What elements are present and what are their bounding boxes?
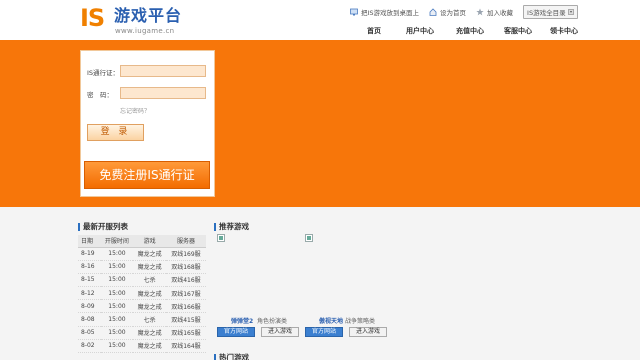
recommended-game-card: 傲视天地 战争策略类 官方网站 进入游戏 (305, 234, 387, 337)
broken-image-icon[interactable] (217, 234, 225, 242)
cell-server[interactable]: 双线169服 (165, 247, 206, 261)
table-row: 8-05 15:00 魔龙之戒 双线165服 (78, 326, 206, 340)
add-to-desktop-label: 把IS游戏放到桌面上 (361, 9, 420, 17)
cell-game[interactable]: 魔龙之戒 (133, 260, 166, 274)
table-row: 8-19 15:00 魔龙之戒 双线169服 (78, 247, 206, 261)
password-input[interactable] (120, 87, 206, 99)
desktop-icon (350, 8, 358, 16)
cell-date: 8-19 (78, 247, 101, 261)
add-to-desktop-link[interactable]: 把IS游戏放到桌面上 (350, 7, 419, 17)
recommended-title: 推荐游戏 (219, 222, 249, 231)
server-list-table: 日期 开服时间 游戏 服务器 8-19 15:00 魔龙之戒 双线169服 8-16 1… (78, 235, 206, 354)
hot-games-title: 热门游戏 (219, 353, 249, 360)
register-button[interactable]: 免费注册IS通行证 (84, 161, 210, 189)
nav-user-center[interactable]: 用户中心 (394, 26, 446, 36)
cell-date: 8-16 (78, 260, 101, 274)
nav-recharge-center[interactable]: 充值中心 (452, 26, 488, 36)
broken-image-icon[interactable] (305, 234, 313, 242)
official-site-button[interactable]: 官方网站 (217, 327, 255, 337)
cell-time: 15:00 (100, 312, 134, 327)
heading-marker (214, 353, 216, 360)
enter-game-button[interactable]: 进入游戏 (261, 327, 299, 337)
server-list-title: 最新开服列表 (83, 222, 128, 231)
game-type: 角色扮演类 (257, 318, 288, 325)
site-logo[interactable]: IS 游戏平台 www.iugame.cn (80, 5, 220, 35)
cell-server[interactable]: 双线168服 (165, 260, 206, 274)
cell-time: 15:00 (100, 339, 134, 354)
nav-support-center[interactable]: 客服中心 (496, 26, 540, 36)
password-label: 密 码： (87, 91, 113, 99)
cell-time: 15:00 (100, 273, 134, 288)
main-nav: 首页 用户中心 充值中心 客服中心 领卡中心 (362, 26, 582, 36)
cell-server[interactable]: 双线166服 (165, 299, 206, 314)
table-row: 8-02 15:00 魔龙之戒 双线164服 (78, 339, 206, 354)
heading-marker (78, 222, 80, 231)
table-row: 8-09 15:00 魔龙之戒 双线166服 (78, 299, 206, 314)
cell-server[interactable]: 双线167服 (165, 286, 206, 301)
cell-date: 8-12 (78, 286, 101, 301)
cell-date: 8-15 (78, 273, 101, 288)
cell-game[interactable]: 魔龙之戒 (133, 286, 166, 301)
cell-game[interactable]: 魔龙之戒 (133, 339, 166, 354)
cell-server[interactable]: 双线416服 (165, 273, 206, 288)
login-panel: IS通行证： 密 码： 忘记密码？ 登 录 免费注册IS通行证 (80, 50, 215, 197)
cell-time: 15:00 (100, 260, 134, 274)
cell-server[interactable]: 双线415服 (165, 312, 206, 327)
all-games-label: IS游戏全目录 (527, 9, 566, 17)
cell-date: 8-02 (78, 339, 101, 354)
cell-game[interactable]: 七杀 (133, 273, 166, 288)
star-icon (476, 8, 484, 16)
cell-date: 8-09 (78, 299, 101, 314)
cell-time: 15:00 (100, 247, 134, 261)
cell-time: 15:00 (100, 286, 134, 301)
login-button[interactable]: 登 录 (87, 124, 144, 141)
nav-home[interactable]: 首页 (362, 26, 386, 36)
cell-server[interactable]: 双线164服 (165, 339, 206, 354)
cell-time: 15:00 (100, 326, 134, 340)
cell-date: 8-08 (78, 312, 101, 327)
game-type: 战争策略类 (345, 318, 376, 325)
all-games-dropdown[interactable]: IS游戏全目录 (523, 5, 578, 19)
game-name[interactable]: 弹弹堂2 (231, 316, 253, 325)
column-header: 开服时间 (100, 235, 134, 248)
set-homepage-label: 设为首页 (440, 9, 467, 17)
table-header-row: 日期 开服时间 游戏 服务器 (78, 235, 206, 248)
server-list-heading: 最新开服列表 (78, 221, 128, 232)
column-header: 日期 (78, 235, 101, 248)
official-site-button[interactable]: 官方网站 (305, 327, 343, 337)
top-links: 把IS游戏放到桌面上 设为首页 加入收藏 IS游戏全目录 (350, 5, 578, 19)
logo-name: 游戏平台 (114, 6, 183, 25)
nav-card-center[interactable]: 领卡中心 (546, 26, 582, 36)
cell-game[interactable]: 魔龙之戒 (133, 326, 166, 340)
chevron-down-icon (567, 9, 574, 15)
enter-game-button[interactable]: 进入游戏 (349, 327, 387, 337)
cell-game[interactable]: 魔龙之戒 (133, 247, 166, 261)
forgot-password-link[interactable]: 忘记密码？ (120, 106, 150, 115)
hot-games-heading: 热门游戏 (214, 352, 249, 360)
cell-date: 8-05 (78, 326, 101, 340)
logo-mark: IS (80, 4, 105, 32)
cell-game[interactable]: 魔龙之戒 (133, 299, 166, 314)
recommended-heading: 推荐游戏 (214, 221, 249, 232)
table-row: 8-16 15:00 魔龙之戒 双线168服 (78, 260, 206, 274)
column-header: 服务器 (165, 235, 206, 248)
account-label: IS通行证： (87, 69, 120, 77)
set-homepage-link[interactable]: 设为首页 (429, 7, 466, 17)
table-row: 8-08 15:00 七杀 双线415服 (78, 312, 206, 327)
game-name[interactable]: 傲视天地 (319, 316, 343, 325)
cell-server[interactable]: 双线165服 (165, 326, 206, 340)
logo-url: www.iugame.cn (115, 27, 175, 35)
cell-time: 15:00 (100, 299, 134, 314)
table-row: 8-12 15:00 魔龙之戒 双线167服 (78, 286, 206, 301)
heading-marker (214, 222, 216, 231)
home-icon (429, 8, 437, 16)
cell-game[interactable]: 七杀 (133, 312, 166, 327)
table-row: 8-15 15:00 七杀 双线416服 (78, 273, 206, 288)
header: IS 游戏平台 www.iugame.cn 把IS游戏放到桌面上 设为首页 加入… (0, 0, 640, 40)
column-header: 游戏 (133, 235, 166, 248)
recommended-game-card: 弹弹堂2 角色扮演类 官方网站 进入游戏 (217, 234, 299, 337)
add-favorite-link[interactable]: 加入收藏 (476, 7, 513, 17)
add-favorite-label: 加入收藏 (487, 9, 514, 17)
account-input[interactable] (120, 65, 206, 77)
